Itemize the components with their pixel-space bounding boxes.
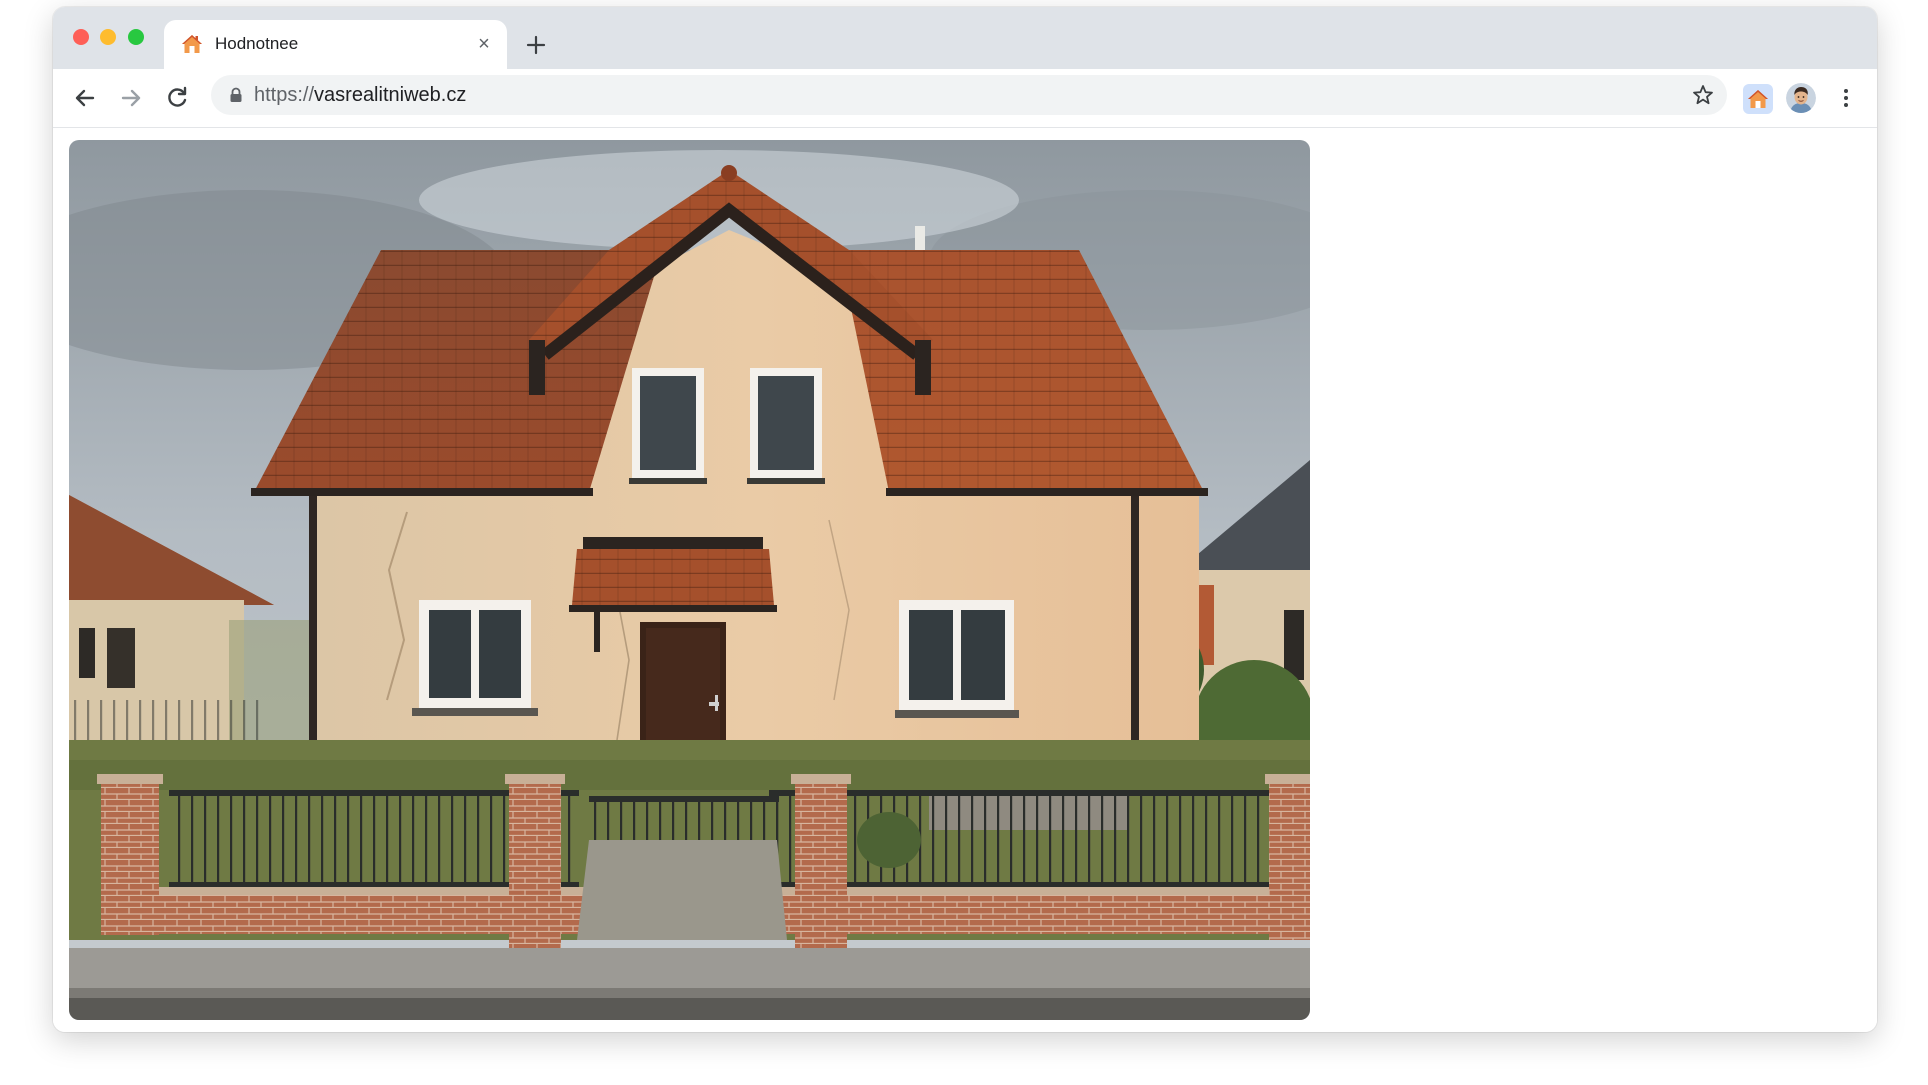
toolbar: https://vasrealitniweb.cz (53, 69, 1877, 128)
tab-strip: Hodnotnee × (53, 7, 1877, 69)
arrow-left-icon[interactable] (71, 84, 99, 112)
url-text[interactable]: https://vasrealitniweb.cz (254, 84, 466, 107)
house-illustration (69, 140, 1310, 1020)
reload-icon[interactable] (163, 84, 191, 112)
lock-icon[interactable] (229, 87, 243, 103)
browser-window: Hodnotnee × https://vasrealitniweb.cz (53, 7, 1877, 1032)
tab-close-button[interactable]: × (473, 33, 495, 55)
kebab-menu-icon[interactable] (1833, 85, 1859, 111)
maximize-window-button[interactable] (128, 29, 144, 45)
plus-icon[interactable] (522, 31, 550, 59)
avatar-icon[interactable] (1786, 83, 1816, 113)
close-window-button[interactable] (73, 29, 89, 45)
url-host: vasrealitniweb.cz (314, 84, 467, 106)
star-icon[interactable] (1691, 83, 1715, 107)
arrow-right-icon[interactable] (117, 84, 145, 112)
page-content (53, 128, 1877, 1032)
house-photo (69, 140, 1310, 1020)
house-extension-icon[interactable] (1743, 84, 1773, 114)
minimize-window-button[interactable] (100, 29, 116, 45)
address-bar[interactable]: https://vasrealitniweb.cz (211, 75, 1727, 115)
house-icon (182, 35, 202, 53)
tab-active[interactable]: Hodnotnee × (164, 20, 507, 69)
tab-title: Hodnotnee (215, 34, 299, 53)
url-scheme: https:// (254, 84, 315, 106)
